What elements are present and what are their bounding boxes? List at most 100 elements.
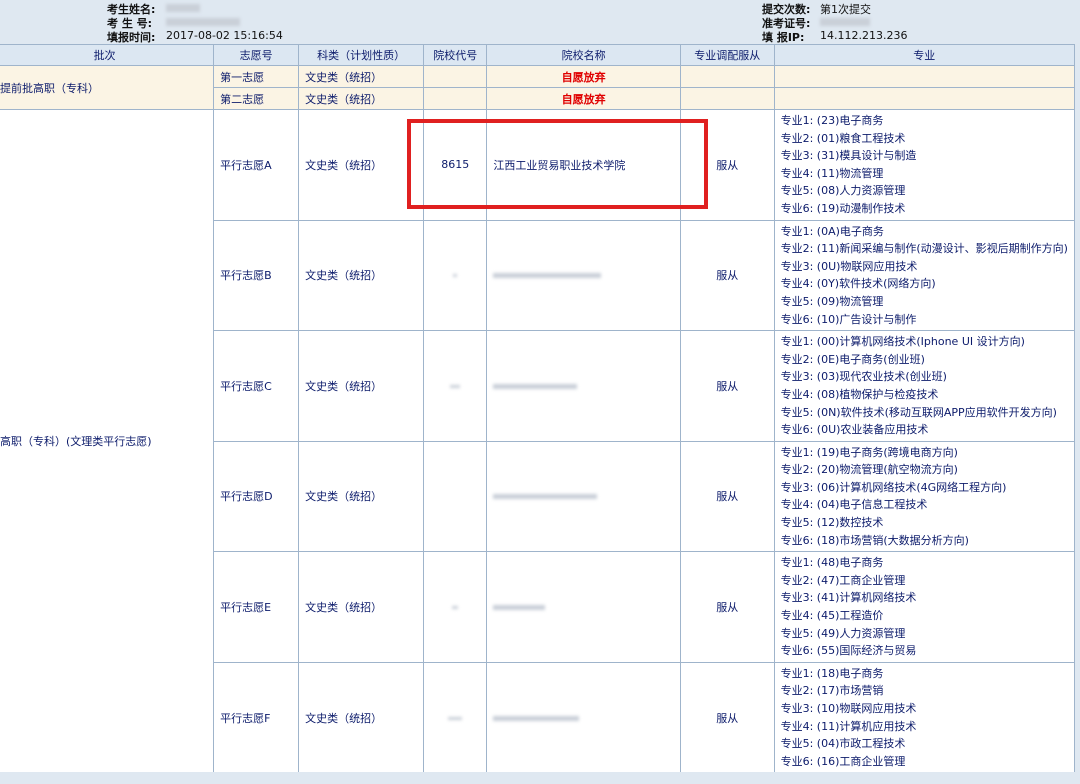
majors-cell: 专业1: (0A)电子商务 专业2: (11)新闻采编与制作(动漫设计、影视后期… <box>773 219 1076 332</box>
category-cell: 文史类（统招） <box>298 109 425 221</box>
school-name-cell-redacted <box>486 330 681 442</box>
ip-value: 14.112.213.236 <box>820 29 908 42</box>
major-item: 专业2: (11)新闻采编与制作(动漫设计、影视后期制作方向) <box>780 242 1068 256</box>
major-item: 专业4: (04)电子信息工程技术 <box>780 498 928 512</box>
school-name-cell-abandoned: 自愿放弃 <box>486 65 681 88</box>
major-item: 专业3: (03)现代农业技术(创业班) <box>780 370 947 384</box>
obey-cell: 服从 <box>679 661 775 774</box>
school-name-cell-redacted <box>486 551 681 663</box>
major-item: 专业6: (0U)农业装备应用技术 <box>780 423 929 437</box>
majors-cell: 专业1: (19)电子商务(跨境电商方向) 专业2: (20)物流管理(航空物流… <box>773 440 1076 553</box>
col-header-school-name: 院校名称 <box>486 44 681 66</box>
choice-cell: 第二志愿 <box>213 87 300 110</box>
school-code-cell-redacted <box>423 551 488 663</box>
table-row: 高职（专科）(文理类平行志愿) 平行志愿A 文史类（统招） 8615 江西工业贸… <box>0 108 1076 774</box>
major-item: 专业1: (00)计算机网络技术(Iphone UI 设计方向) <box>780 335 1025 349</box>
col-header-category: 科类（计划性质） <box>298 44 425 66</box>
major-item: 专业5: (09)物流管理 <box>780 294 884 308</box>
obey-cell: 服从 <box>679 109 775 221</box>
choice-cell: 平行志愿D <box>213 440 300 553</box>
major-item: 专业1: (19)电子商务(跨境电商方向) <box>780 445 958 459</box>
obey-cell: 服从 <box>679 551 775 663</box>
obey-cell: 服从 <box>679 219 775 332</box>
major-item: 专业1: (18)电子商务 <box>780 666 884 680</box>
school-code-cell: 8615 <box>423 109 488 221</box>
major-item: 专业3: (41)计算机网络技术 <box>780 591 917 605</box>
major-item: 专业5: (12)数控技术 <box>780 516 884 530</box>
col-header-batch: 批次 <box>0 44 215 66</box>
table-row: 提前批高职（专科） 第一志愿 文史类（统招） 自愿放弃 <box>0 65 1076 110</box>
major-item: 专业4: (45)工程造价 <box>780 609 884 623</box>
majors-cell: 专业1: (48)电子商务 专业2: (47)工商企业管理 专业3: (41)计… <box>773 551 1076 663</box>
choice-cell: 平行志愿B <box>213 219 300 332</box>
school-code-cell-redacted <box>423 219 488 332</box>
major-item: 专业4: (11)计算机应用技术 <box>780 719 917 733</box>
school-name-cell: 江西工业贸易职业技术学院 <box>486 109 681 221</box>
major-item: 专业2: (0E)电子商务(创业班) <box>780 352 925 366</box>
category-cell: 文史类（统招） <box>298 440 425 553</box>
footer-bar <box>0 772 1080 784</box>
major-item: 专业1: (0A)电子商务 <box>780 224 884 238</box>
school-name-cell-redacted <box>486 661 681 774</box>
major-item: 专业3: (31)模具设计与制造 <box>780 149 917 163</box>
major-item: 专业6: (16)工商企业管理 <box>780 754 906 768</box>
table-header-row: 批次 志愿号 科类（计划性质） 院校代号 院校名称 专业调配服从 专业 <box>0 44 1076 66</box>
choice-cell: 平行志愿F <box>213 661 300 774</box>
major-item: 专业2: (17)市场营销 <box>780 684 884 698</box>
school-name-cell-redacted <box>486 219 681 332</box>
school-name-cell-redacted <box>486 440 681 553</box>
obey-cell: 服从 <box>679 440 775 553</box>
col-header-choice: 志愿号 <box>213 44 300 66</box>
school-code-cell-redacted <box>423 661 488 774</box>
majors-cell: 专业1: (00)计算机网络技术(Iphone UI 设计方向) 专业2: (0… <box>773 330 1076 442</box>
exam-ticket-value-redacted <box>820 15 870 28</box>
major-item: 专业5: (08)人力资源管理 <box>780 184 906 198</box>
category-cell: 文史类（统招） <box>298 661 425 774</box>
application-table: 批次 志愿号 科类（计划性质） 院校代号 院校名称 专业调配服从 专业 提前批高… <box>0 44 1076 774</box>
major-item: 专业4: (0Y)软件技术(网络方向) <box>780 277 936 291</box>
ip-label: 填 报IP: <box>762 31 805 44</box>
school-code-cell <box>423 65 488 88</box>
submit-time-label: 填报时间: <box>107 31 156 44</box>
category-cell: 文史类（统招） <box>298 330 425 442</box>
obey-cell: 服从 <box>679 330 775 442</box>
category-cell: 文史类（统招） <box>298 87 425 110</box>
major-item: 专业2: (47)工商企业管理 <box>780 573 906 587</box>
major-item: 专业5: (49)人力资源管理 <box>780 626 906 640</box>
batch-cell-main: 高职（专科）(文理类平行志愿) <box>0 108 215 774</box>
major-item: 专业3: (06)计算机网络技术(4G网络工程方向) <box>780 480 1007 494</box>
major-item: 专业2: (01)粮食工程技术 <box>780 131 906 145</box>
major-item: 专业5: (0N)软件技术(移动互联网APP应用软件开发方向) <box>780 405 1057 419</box>
majors-cell <box>773 87 1076 110</box>
choice-cell: 平行志愿C <box>213 330 300 442</box>
majors-cell: 专业1: (18)电子商务 专业2: (17)市场营销 专业3: (10)物联网… <box>773 661 1076 774</box>
applicant-info-header: 考生姓名: 考 生 号: 填报时间: 2017-08-02 15:16:54 提… <box>0 0 1080 44</box>
major-item: 专业1: (23)电子商务 <box>780 114 884 127</box>
school-code-cell <box>423 87 488 110</box>
submit-time-value: 2017-08-02 15:16:54 <box>166 29 283 42</box>
name-value-redacted <box>166 1 200 14</box>
major-item: 专业3: (0U)物联网应用技术 <box>780 259 918 273</box>
category-cell: 文史类（统招） <box>298 219 425 332</box>
obey-cell <box>679 87 775 110</box>
category-cell: 文史类（统招） <box>298 65 425 88</box>
choice-cell: 第一志愿 <box>213 65 300 88</box>
col-header-majors: 专业 <box>773 44 1076 66</box>
major-item: 专业4: (11)物流管理 <box>780 166 884 180</box>
school-code-cell-redacted <box>423 440 488 553</box>
major-item: 专业6: (18)市场营销(大数据分析方向) <box>780 533 969 547</box>
major-item: 专业1: (48)电子商务 <box>780 556 884 570</box>
major-item: 专业6: (55)国际经济与贸易 <box>780 644 917 658</box>
choice-cell: 平行志愿A <box>213 109 300 221</box>
majors-cell <box>773 65 1076 88</box>
major-item: 专业3: (10)物联网应用技术 <box>780 702 917 715</box>
major-item: 专业6: (10)广告设计与制作 <box>780 312 917 326</box>
student-id-value-redacted <box>166 15 240 28</box>
majors-cell: 专业1: (23)电子商务 专业2: (01)粮食工程技术 专业3: (31)模… <box>773 109 1076 221</box>
major-item: 专业6: (19)动漫制作技术 <box>780 201 906 215</box>
category-cell: 文史类（统招） <box>298 551 425 663</box>
col-header-adjust-obey: 专业调配服从 <box>679 44 775 66</box>
col-header-school-code: 院校代号 <box>423 44 488 66</box>
school-code-cell-redacted <box>423 330 488 442</box>
obey-cell <box>679 65 775 88</box>
